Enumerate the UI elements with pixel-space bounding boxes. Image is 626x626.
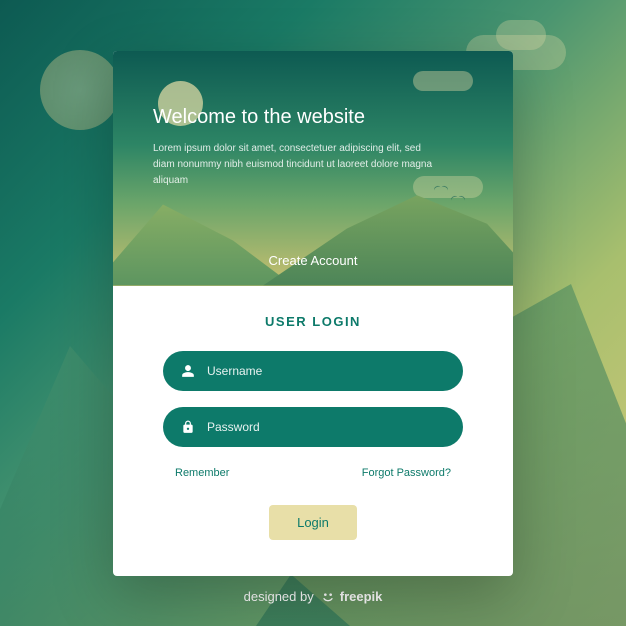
welcome-title: Welcome to the website: [153, 106, 473, 129]
login-card: Welcome to the website Lorem ipsum dolor…: [113, 51, 513, 576]
remember-link[interactable]: Remember: [175, 467, 229, 479]
freepik-logo[interactable]: freepik: [320, 588, 383, 604]
login-form: USER LOGIN Remember Forgot Password? Log…: [113, 286, 513, 576]
forgot-password-link[interactable]: Forgot Password?: [362, 467, 451, 479]
freepik-icon: [320, 588, 336, 604]
lock-icon: [181, 420, 195, 434]
background-sun: [40, 50, 120, 130]
user-icon: [181, 364, 195, 378]
hero-section: Welcome to the website Lorem ipsum dolor…: [113, 51, 513, 286]
footer-credit: designed by freepik: [0, 588, 626, 604]
mountains-illustration: [113, 186, 513, 286]
cloud-icon: [413, 71, 473, 91]
password-field-wrap: [163, 407, 463, 447]
welcome-subtitle: Lorem ipsum dolor sit amet, consectetuer…: [153, 141, 433, 189]
login-button[interactable]: Login: [269, 505, 357, 540]
designed-by-label: designed by: [244, 589, 314, 604]
create-account-link[interactable]: Create Account: [113, 253, 513, 268]
brand-name: freepik: [340, 589, 383, 604]
username-input[interactable]: [163, 351, 463, 391]
password-input[interactable]: [163, 407, 463, 447]
username-field-wrap: [163, 351, 463, 391]
form-links: Remember Forgot Password?: [163, 463, 463, 479]
form-title: USER LOGIN: [163, 314, 463, 329]
